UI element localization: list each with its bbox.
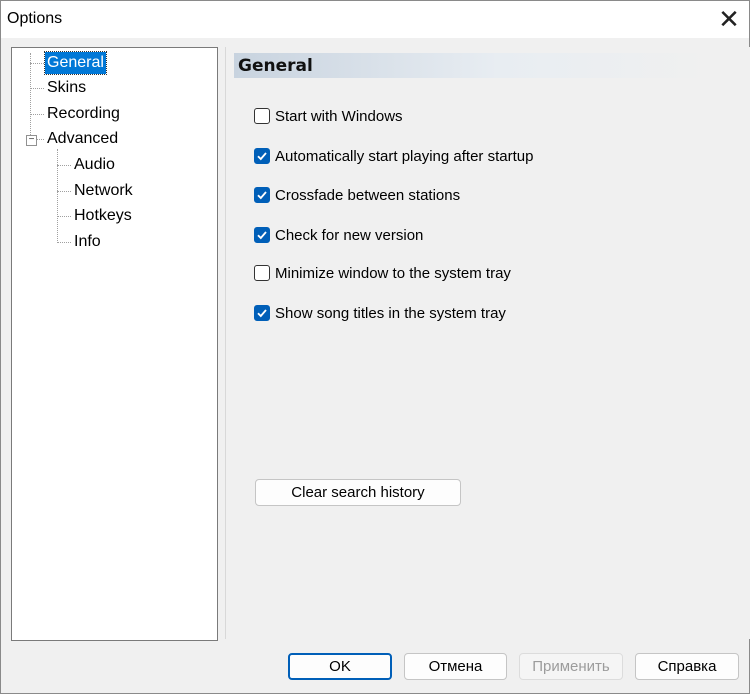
- apply-button[interactable]: Применить: [519, 653, 623, 680]
- tree-item-recording[interactable]: Recording: [45, 103, 122, 125]
- checkbox-crossfade[interactable]: Crossfade between stations: [254, 185, 460, 205]
- tree-line: [30, 114, 44, 115]
- panel-title: General: [238, 56, 313, 76]
- ok-button[interactable]: OK: [288, 653, 392, 680]
- checkbox-label: Check for new version: [275, 226, 424, 244]
- checkbox-box[interactable]: [254, 265, 270, 281]
- checkbox-label: Automatically start playing after startu…: [275, 147, 534, 165]
- tree-line: [30, 63, 44, 64]
- close-icon[interactable]: ✕: [709, 1, 749, 38]
- help-button[interactable]: Справка: [635, 653, 739, 680]
- checkbox-label: Show song titles in the system tray: [275, 304, 506, 322]
- tree-line: [30, 88, 44, 89]
- checkbox-minimize-tray[interactable]: Minimize window to the system tray: [254, 263, 511, 283]
- checkbox-box[interactable]: [254, 148, 270, 164]
- clear-search-history-button[interactable]: Clear search history: [255, 479, 461, 506]
- checkbox-label: Start with Windows: [275, 107, 403, 125]
- cancel-button[interactable]: Отмена: [404, 653, 507, 680]
- tree-line: [30, 53, 31, 135]
- checkbox-box[interactable]: [254, 187, 270, 203]
- general-panel: General Start with Windows Automatically…: [225, 47, 750, 639]
- window-title: Options: [7, 10, 63, 27]
- checkbox-label: Minimize window to the system tray: [275, 264, 511, 282]
- checkbox-start-with-windows[interactable]: Start with Windows: [254, 106, 403, 126]
- checkbox-label: Crossfade between stations: [275, 186, 461, 204]
- tree-item-hotkeys[interactable]: Hotkeys: [72, 205, 134, 227]
- checkbox-box[interactable]: [254, 227, 270, 243]
- tree-item-audio[interactable]: Audio: [72, 154, 117, 176]
- settings-tree: − General Skins Recording Advanced Audio…: [11, 47, 218, 641]
- checkbox-song-titles-tray[interactable]: Show song titles in the system tray: [254, 303, 506, 323]
- checkbox-box[interactable]: [254, 108, 270, 124]
- tree-line: [36, 139, 44, 140]
- tree-line: [57, 191, 71, 192]
- collapse-icon[interactable]: −: [26, 135, 37, 146]
- tree-line: [57, 216, 71, 217]
- tree-line: [57, 149, 58, 243]
- checkbox-autoplay[interactable]: Automatically start playing after startu…: [254, 146, 533, 166]
- tree-line: [57, 242, 71, 243]
- title-bar[interactable]: Options ✕: [1, 1, 749, 38]
- tree-line: [57, 165, 71, 166]
- tree-item-advanced[interactable]: Advanced: [45, 128, 120, 150]
- tree-item-skins[interactable]: Skins: [45, 77, 88, 99]
- options-dialog: Options ✕ − General Skins Recording Adva…: [0, 0, 750, 694]
- tree-item-network[interactable]: Network: [72, 180, 135, 202]
- checkbox-check-version[interactable]: Check for new version: [254, 225, 423, 245]
- tree-item-general[interactable]: General: [44, 51, 107, 75]
- tree-item-info[interactable]: Info: [72, 231, 103, 253]
- panel-header: General: [234, 53, 714, 78]
- checkbox-box[interactable]: [254, 305, 270, 321]
